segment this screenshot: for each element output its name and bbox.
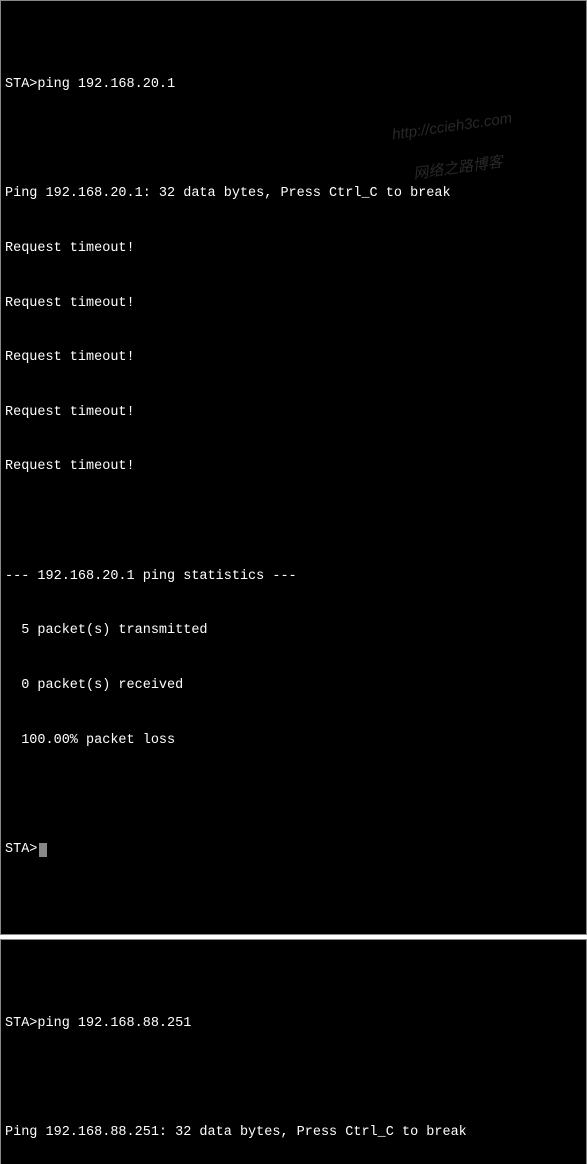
ping-command: STA>ping 192.168.20.1	[5, 76, 582, 94]
ping-reply: Request timeout!	[5, 295, 582, 313]
blank-line	[5, 131, 582, 149]
ping-header: Ping 192.168.88.251: 32 data bytes, Pres…	[5, 1124, 582, 1142]
terminal-output-1: STA>ping 192.168.20.1 Ping 192.168.20.1:…	[1, 37, 586, 897]
prompt-line[interactable]: STA>	[5, 841, 582, 859]
terminal-window-2[interactable]: STA>ping 192.168.88.251 Ping 192.168.88.…	[0, 939, 587, 1164]
ping-reply: Request timeout!	[5, 404, 582, 422]
terminal-output-2: STA>ping 192.168.88.251 Ping 192.168.88.…	[1, 977, 586, 1164]
blank-line	[5, 786, 582, 804]
terminal-window-1[interactable]: STA>ping 192.168.20.1 Ping 192.168.20.1:…	[0, 0, 587, 935]
cursor-icon	[39, 843, 47, 857]
blank-line	[5, 1070, 582, 1088]
ping-stats: 0 packet(s) received	[5, 677, 582, 695]
ping-stats: 5 packet(s) transmitted	[5, 622, 582, 640]
ping-reply: Request timeout!	[5, 458, 582, 476]
ping-command: STA>ping 192.168.88.251	[5, 1015, 582, 1033]
ping-stats-header: --- 192.168.20.1 ping statistics ---	[5, 568, 582, 586]
ping-reply: Request timeout!	[5, 349, 582, 367]
ping-header: Ping 192.168.20.1: 32 data bytes, Press …	[5, 185, 582, 203]
blank-line	[5, 513, 582, 531]
ping-stats: 100.00% packet loss	[5, 732, 582, 750]
ping-reply: Request timeout!	[5, 240, 582, 258]
prompt: STA>	[5, 841, 37, 859]
